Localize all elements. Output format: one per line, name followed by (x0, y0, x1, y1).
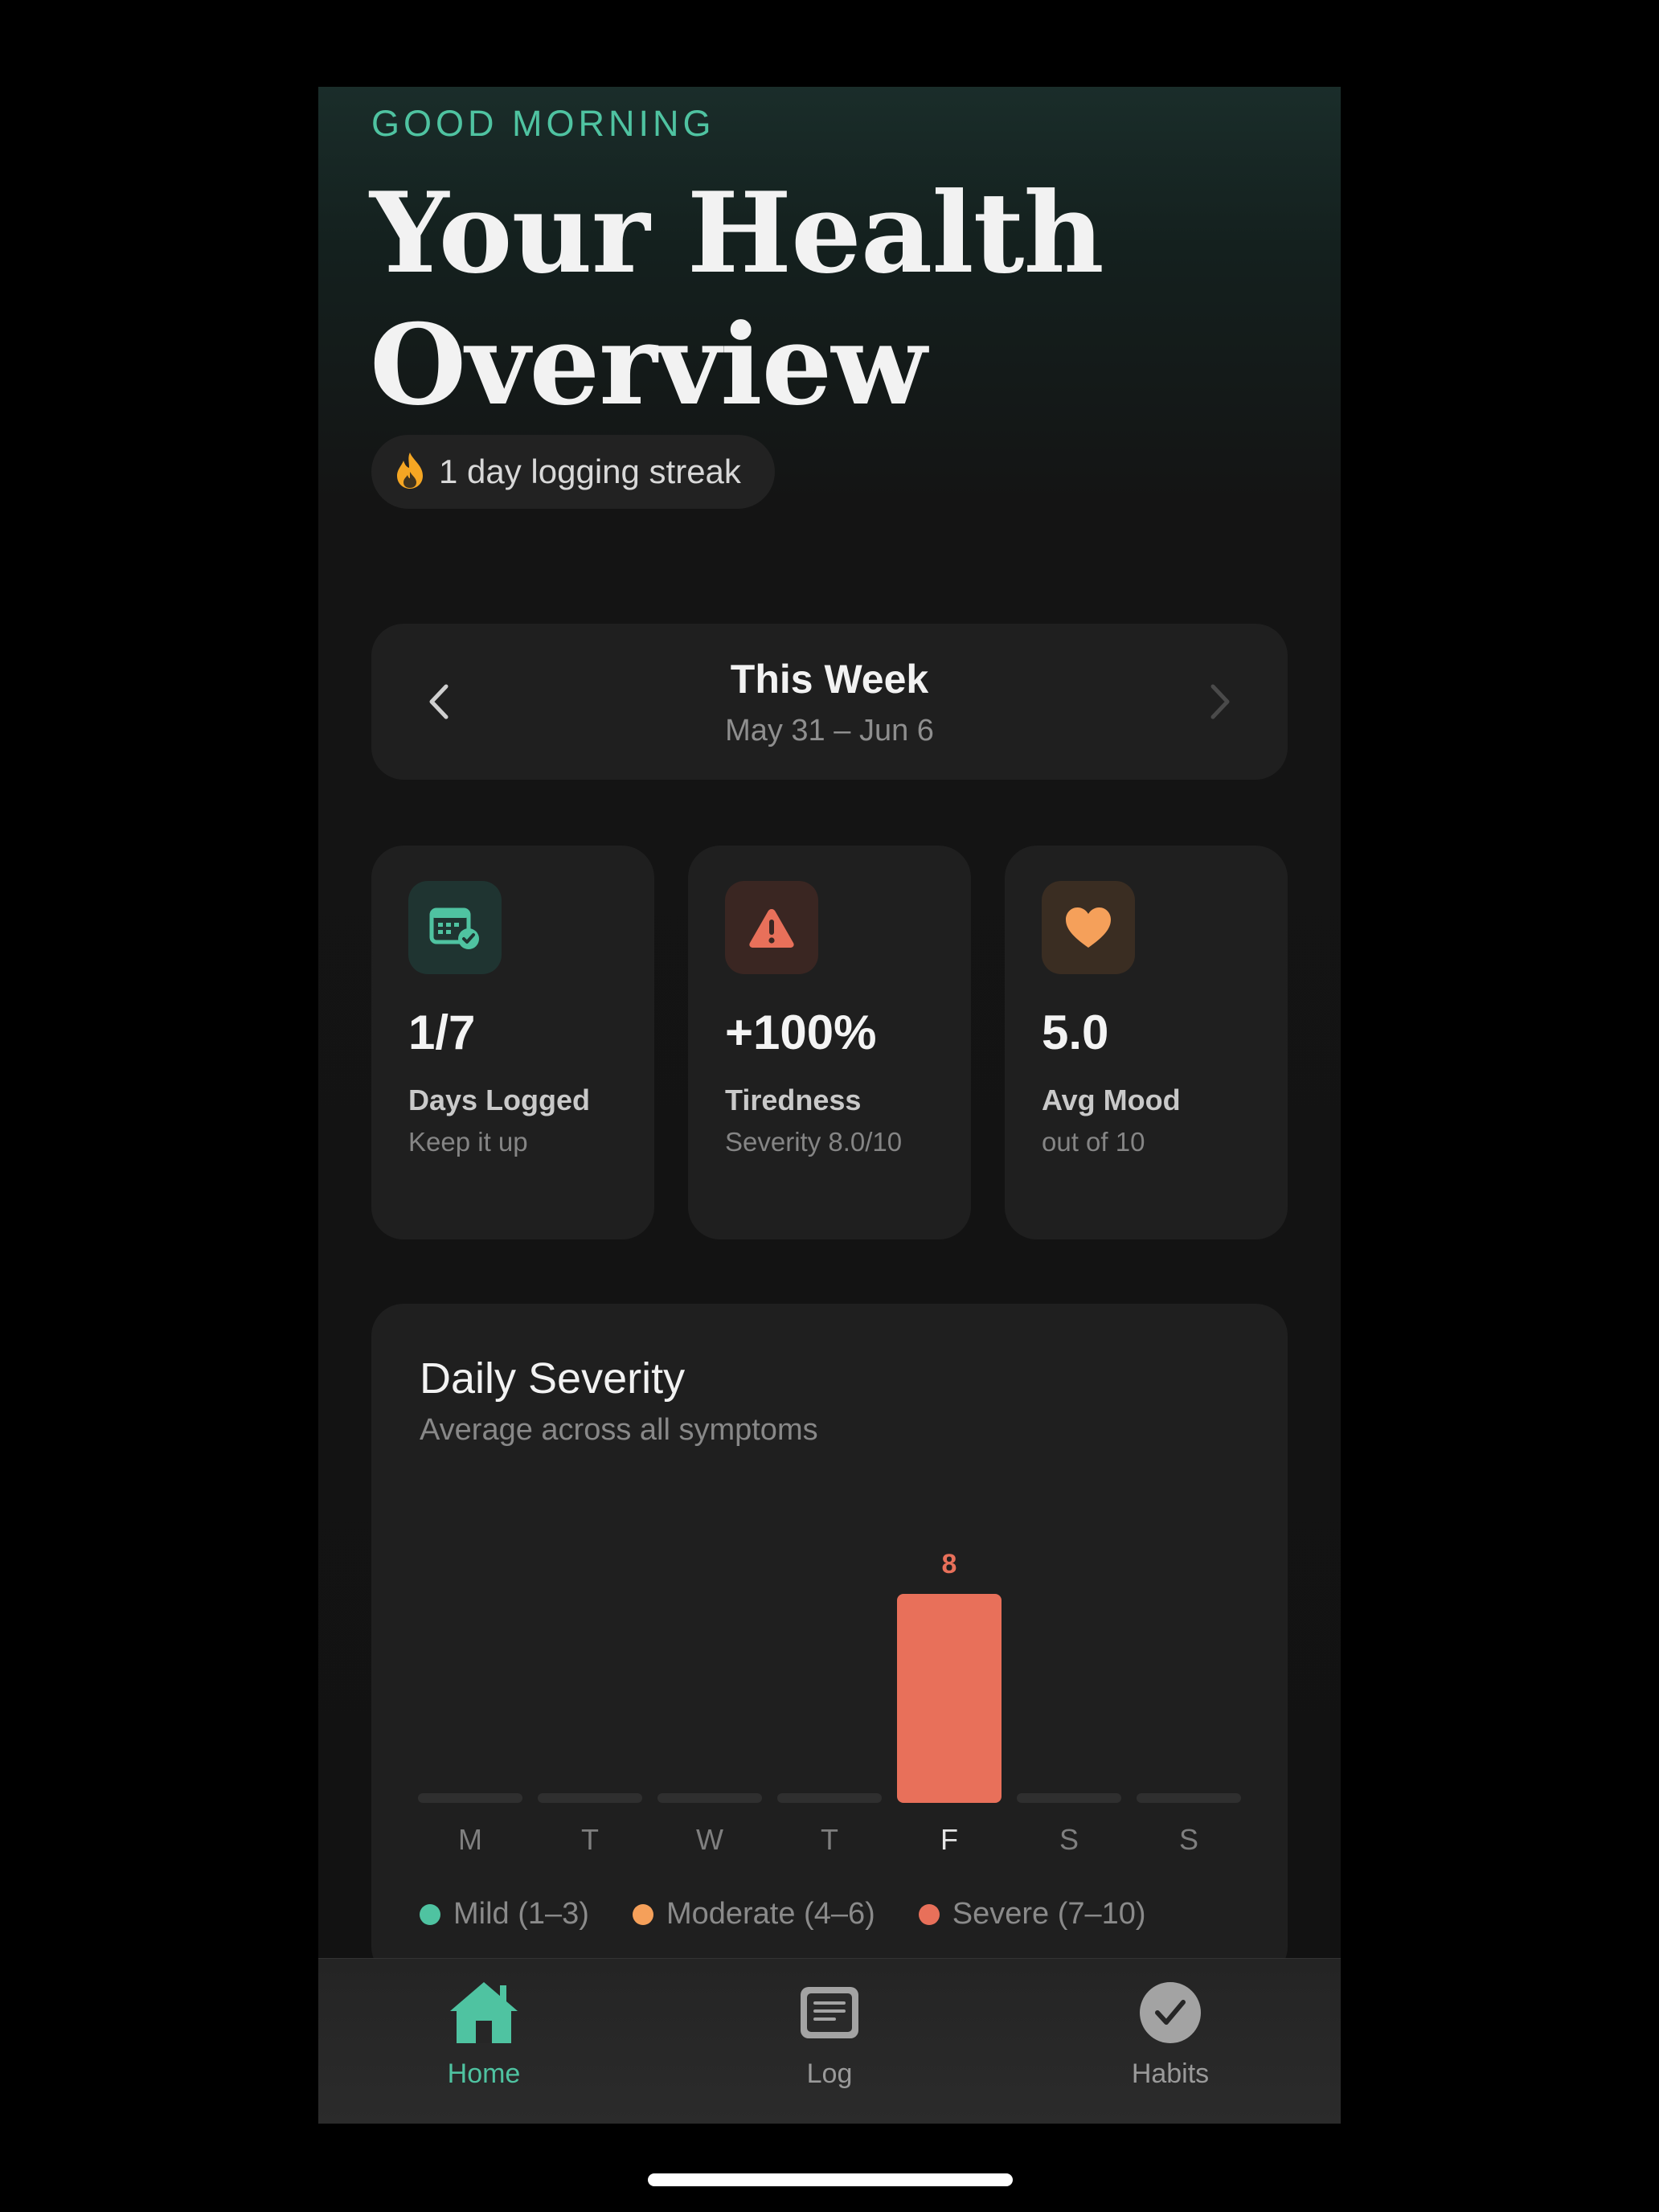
next-week-button[interactable] (1191, 674, 1247, 730)
stat-label: Tiredness (725, 1083, 862, 1116)
chart-bar[interactable] (777, 1793, 882, 1803)
x-tick-label: W (696, 1823, 723, 1856)
stat-value: 5.0 (1042, 1006, 1109, 1059)
chevron-right-icon (1210, 684, 1230, 719)
calendar-check-icon (408, 881, 502, 974)
chart-bar[interactable] (1017, 1793, 1121, 1803)
week-date-range: May 31 – Jun 6 (725, 714, 934, 748)
document-icon (789, 1976, 870, 2049)
streak-badge: 1 day logging streak (371, 435, 775, 509)
warning-icon (725, 881, 818, 974)
chart-bar[interactable] (538, 1793, 642, 1803)
legend-label: Moderate (4–6) (666, 1897, 875, 1931)
x-tick-label: T (581, 1823, 599, 1856)
home-icon (444, 1976, 524, 2049)
chart-legend: Mild (1–3) Moderate (4–6) Severe (7–10) (420, 1897, 1146, 1931)
stat-label: Avg Mood (1042, 1083, 1181, 1116)
x-tick-label: M (458, 1823, 482, 1856)
legend-dot (918, 1903, 940, 1925)
tab-home[interactable]: Home (363, 1959, 604, 2124)
x-tick-label: F (940, 1823, 958, 1856)
stat-value: 1/7 (408, 1006, 476, 1059)
heart-icon (1042, 881, 1135, 974)
tab-label: Home (447, 2058, 521, 2089)
streak-text: 1 day logging streak (439, 453, 741, 490)
app-screen: GOOD MORNING Your Health Overview 1 day … (318, 87, 1341, 2124)
x-tick-label: S (1179, 1823, 1198, 1856)
tab-label: Log (806, 2058, 853, 2089)
legend-item-severe: Severe (7–10) (918, 1897, 1146, 1931)
stat-subtext: out of 10 (1042, 1127, 1145, 1157)
fire-icon (394, 451, 426, 494)
stat-card-tiredness[interactable]: +100% Tiredness Severity 8.0/10 (688, 846, 971, 1239)
page-title: Your Health Overview (370, 167, 1104, 430)
legend-label: Mild (1–3) (453, 1897, 589, 1931)
stat-subtext: Keep it up (408, 1127, 528, 1157)
legend-item-mild: Mild (1–3) (420, 1897, 589, 1931)
legend-item-moderate: Moderate (4–6) (632, 1897, 875, 1931)
stat-card-avg-mood[interactable]: 5.0 Avg Mood out of 10 (1005, 846, 1288, 1239)
tab-habits[interactable]: Habits (1050, 1959, 1291, 2124)
chart-bar[interactable] (418, 1793, 522, 1803)
tab-label: Habits (1131, 2058, 1210, 2089)
legend-dot (632, 1903, 653, 1925)
legend-label: Severe (7–10) (952, 1897, 1146, 1931)
chart-bar[interactable] (1137, 1793, 1241, 1803)
chart-bar[interactable] (897, 1594, 1002, 1803)
home-indicator[interactable] (648, 2173, 1013, 2186)
week-selector: This Week May 31 – Jun 6 (371, 624, 1288, 780)
stat-subtext: Severity 8.0/10 (725, 1127, 903, 1157)
stat-value: +100% (725, 1006, 877, 1059)
greeting-label: GOOD MORNING (371, 103, 715, 144)
severity-bar-chart: M T W T 8 F S S (418, 1549, 1241, 1856)
bottom-tab-bar: Home Log Habits (318, 1958, 1341, 2124)
tab-log[interactable]: Log (709, 1959, 950, 2124)
bar-value-label: 8 (942, 1549, 957, 1579)
legend-dot (420, 1903, 440, 1925)
x-tick-label: S (1059, 1823, 1079, 1856)
stat-card-days-logged[interactable]: 1/7 Days Logged Keep it up (371, 846, 654, 1239)
checkmark-circle-icon (1130, 1976, 1210, 2049)
x-tick-label: T (821, 1823, 838, 1856)
chart-bar[interactable] (657, 1793, 762, 1803)
daily-severity-card: Daily Severity Average across all sympto… (371, 1304, 1288, 1979)
week-title: This Week (730, 657, 929, 702)
stat-label: Days Logged (408, 1083, 591, 1116)
